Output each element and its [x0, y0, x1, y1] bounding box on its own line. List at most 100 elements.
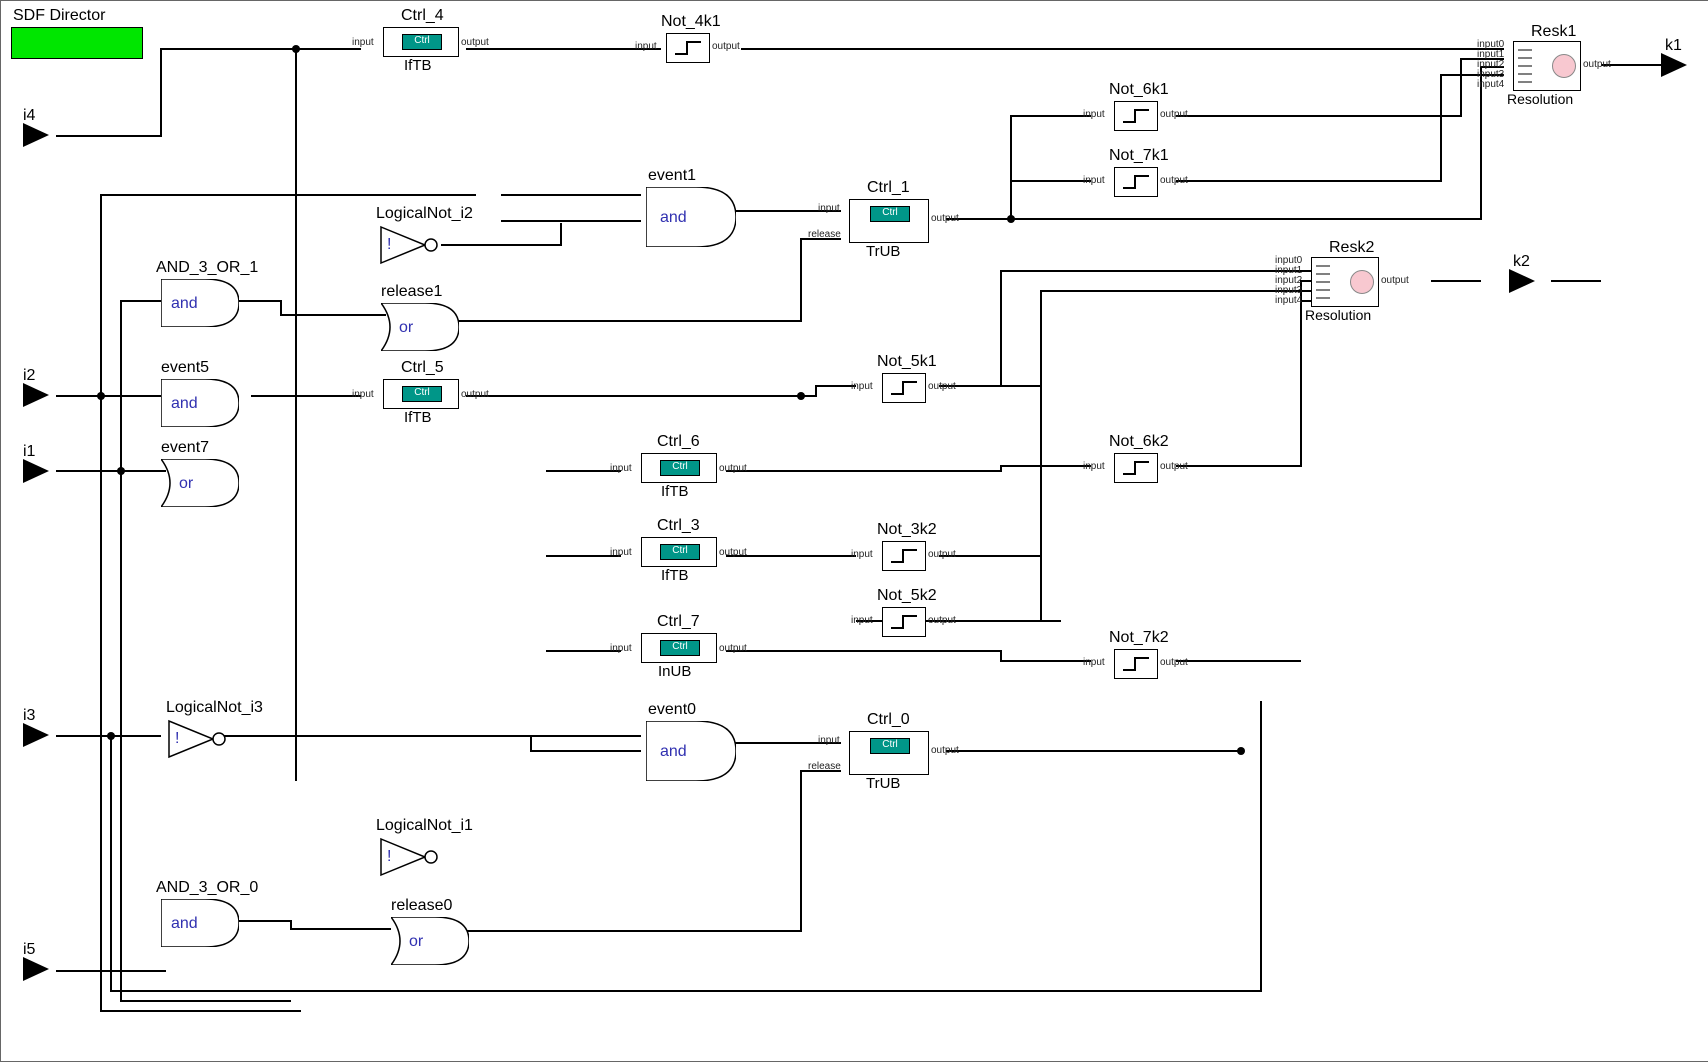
ctrl1-out: output: [931, 213, 959, 224]
director-label: SDF Director: [13, 7, 105, 25]
n5k1-out: output: [928, 381, 956, 392]
logicalnot-i2[interactable]: !: [381, 227, 441, 268]
n7k2-out: output: [1160, 657, 1188, 668]
n3k2-in: input: [851, 549, 873, 560]
ctrl5-in: input: [352, 389, 374, 400]
ctrl-6-block[interactable]: Ctrl: [641, 453, 717, 483]
ctrl6-name: Ctrl_6: [657, 433, 700, 451]
ctrl-7-block[interactable]: Ctrl: [641, 633, 717, 663]
and-3-or-1-gate[interactable]: and: [161, 279, 239, 327]
event0-label: event0: [648, 701, 696, 719]
ctrl4-in: input: [352, 37, 374, 48]
not-6k1-block[interactable]: [1114, 101, 1158, 131]
event1-label: event1: [648, 167, 696, 185]
gate-text: !: [175, 730, 179, 748]
gate-text: or: [409, 933, 423, 951]
ctrl1-sub: TrUB: [866, 243, 900, 260]
lnot-i3-label: LogicalNot_i3: [166, 699, 263, 717]
not-5k2-block[interactable]: [882, 607, 926, 637]
gate-text: and: [171, 915, 198, 933]
n7k1-label: Not_7k1: [1109, 147, 1169, 165]
ctrl7-in: input: [610, 643, 632, 654]
resk2-block[interactable]: [1311, 257, 1379, 307]
release1-label: release1: [381, 283, 442, 301]
event5-label: event5: [161, 359, 209, 377]
ctrl6-in: input: [610, 463, 632, 474]
not-6k2-block[interactable]: [1114, 453, 1158, 483]
ctrl-badge: Ctrl: [402, 34, 442, 50]
logicalnot-i3[interactable]: !: [169, 721, 229, 762]
port-i3[interactable]: [23, 723, 49, 747]
ctrl1-rel: release: [808, 229, 841, 240]
event0-gate[interactable]: and: [646, 721, 736, 781]
not-3k2-block[interactable]: [882, 541, 926, 571]
event7-gate[interactable]: or: [161, 459, 239, 507]
n5k2-label: Not_5k2: [877, 587, 937, 605]
event7-label: event7: [161, 439, 209, 457]
n7k2-label: Not_7k2: [1109, 629, 1169, 647]
port-i1[interactable]: [23, 459, 49, 483]
r2-out: output: [1381, 275, 1409, 286]
ctrl7-sub: InUB: [658, 663, 691, 680]
n3k2-label: Not_3k2: [877, 521, 937, 539]
ctrl-badge: Ctrl: [870, 206, 910, 222]
ctrl-4-block[interactable]: Ctrl: [383, 27, 459, 57]
port-i2[interactable]: [23, 383, 49, 407]
resk2-name: Resk2: [1329, 239, 1374, 257]
ctrl3-name: Ctrl_3: [657, 517, 700, 535]
event1-gate[interactable]: and: [646, 187, 736, 247]
ctrl-badge: Ctrl: [660, 640, 700, 656]
gate-text: and: [171, 295, 198, 313]
n6k2-out: output: [1160, 461, 1188, 472]
event5-gate[interactable]: and: [161, 379, 239, 427]
port-k2[interactable]: [1509, 269, 1535, 293]
sdf-director-block[interactable]: [11, 27, 143, 59]
diagram-canvas: SDF Director i4 i2 i1 i3 i5 k1 k2 AND_3_…: [0, 0, 1708, 1062]
port-i4[interactable]: [23, 123, 49, 147]
resk2-sub: Resolution: [1305, 307, 1371, 323]
ctrl6-out: output: [719, 463, 747, 474]
ctrl-1-block[interactable]: Ctrl: [849, 199, 929, 243]
logicalnot-i1[interactable]: !: [381, 839, 441, 880]
ctrl-3-block[interactable]: Ctrl: [641, 537, 717, 567]
gate-text: or: [179, 475, 193, 493]
n4k1-label: Not_4k1: [661, 13, 721, 31]
ctrl4-out: output: [461, 37, 489, 48]
ctrl4-sub: IfTB: [404, 57, 432, 74]
not-4k1-block[interactable]: [666, 33, 710, 63]
ctrl1-name: Ctrl_1: [867, 179, 910, 197]
resk1-name: Resk1: [1531, 23, 1576, 41]
lnot-i2-label: LogicalNot_i2: [376, 205, 473, 223]
n6k1-label: Not_6k1: [1109, 81, 1169, 99]
resolution-icon: [1350, 270, 1374, 294]
and-3-or-0-gate[interactable]: and: [161, 899, 239, 947]
gate-text: and: [660, 209, 687, 227]
release0-gate[interactable]: or: [391, 917, 469, 965]
n6k2-label: Not_6k2: [1109, 433, 1169, 451]
ctrl-5-block[interactable]: Ctrl: [383, 379, 459, 409]
not-7k2-block[interactable]: [1114, 649, 1158, 679]
n5k1-label: Not_5k1: [877, 353, 937, 371]
ctrl0-in: input: [818, 735, 840, 746]
n5k2-out: output: [928, 615, 956, 626]
gate-text: !: [387, 848, 391, 866]
ctrl7-out: output: [719, 643, 747, 654]
ctrl0-out: output: [931, 745, 959, 756]
ctrl4-name: Ctrl_4: [401, 7, 444, 25]
not-5k1-block[interactable]: [882, 373, 926, 403]
n6k1-in: input: [1083, 109, 1105, 120]
ctrl5-sub: IfTB: [404, 409, 432, 426]
ctrl7-name: Ctrl_7: [657, 613, 700, 631]
ctrl-0-block[interactable]: Ctrl: [849, 731, 929, 775]
ctrl-badge: Ctrl: [660, 544, 700, 560]
ctrl-badge: Ctrl: [660, 460, 700, 476]
not-7k1-block[interactable]: [1114, 167, 1158, 197]
port-k1[interactable]: [1661, 53, 1687, 77]
release1-gate[interactable]: or: [381, 303, 459, 351]
lnot-i1-label: LogicalNot_i1: [376, 817, 473, 835]
ctrl0-sub: TrUB: [866, 775, 900, 792]
resk1-block[interactable]: [1513, 41, 1581, 91]
ctrl5-out: output: [461, 389, 489, 400]
port-i5[interactable]: [23, 957, 49, 981]
n3k2-out: output: [928, 549, 956, 560]
